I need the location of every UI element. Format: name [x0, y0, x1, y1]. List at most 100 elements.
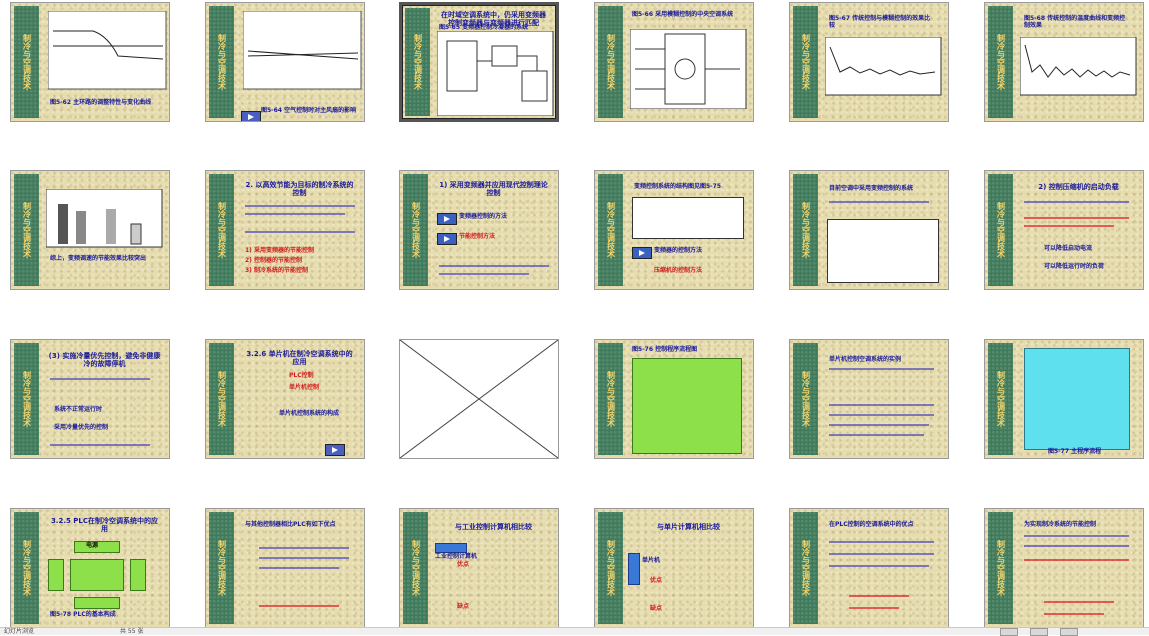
- sidebar-text: 制冷与空调技术: [22, 371, 32, 427]
- slide-title: 2. 以高效节能为目标的制冷系统的控制: [245, 181, 354, 197]
- slide-thumbnail-3[interactable]: 制冷与空调技术 在时域空调系统中，仍采用变频器控制变频器与变频器进行匹配 图5-…: [399, 2, 559, 122]
- slide-thumbnail-10[interactable]: 制冷与空调技术 变频控制系统的结构图见图5-75 变频器的控制方法 压缩机的控制…: [594, 170, 754, 290]
- slide-thumbnail-1[interactable]: 制冷与空调技术 图5-62 主环路的调整特性与变化曲线: [10, 2, 170, 122]
- arrow-icon: [437, 213, 457, 225]
- sidebar-text: 制冷与空调技术: [217, 34, 227, 90]
- slide-thumbnail-15[interactable]: [399, 339, 559, 459]
- slide-sidebar-decor: 制冷与空调技术: [14, 343, 39, 455]
- sidebar-text: 制冷与空调技术: [606, 540, 616, 596]
- list-item: 可以降低运行时的负荷: [1044, 263, 1105, 270]
- slide-thumbnail-19[interactable]: 制冷与空调技术 3.2.5 PLC在制冷空调系统中的应用 电源 图5-78 PL…: [10, 508, 170, 628]
- sidebar-text: 制冷与空调技术: [801, 540, 811, 596]
- list-item: 压缩机的控制方法: [654, 267, 703, 274]
- sidebar-text: 制冷与空调技术: [22, 540, 32, 596]
- slide-thumbnail-13[interactable]: 制冷与空调技术 (3) 实施冷量优先控制，避免非健康冷的故障停机 系统不正常运行…: [10, 339, 170, 459]
- slide-sidebar-decor: 制冷与空调技术: [14, 512, 39, 624]
- slide-sidebar-decor: 制冷与空调技术: [988, 174, 1013, 286]
- slide-caption: 图5-78 PLC的基本构成: [50, 611, 116, 618]
- slide-title: 3.2.6 单片机在制冷空调系统中的应用: [246, 350, 353, 366]
- slide-caption: 图5-66 采用模糊控制的中央空调系统: [632, 11, 734, 18]
- tag-button: [628, 553, 640, 585]
- sidebar-text: 制冷与空调技术: [217, 540, 227, 596]
- slide-thumbnail-7[interactable]: 制冷与空调技术 综上，变频调速的节能效果比较突出: [10, 170, 170, 290]
- chart-graphic: [1020, 37, 1137, 96]
- play-icon[interactable]: [325, 444, 345, 456]
- status-view-label: 幻灯片浏览: [4, 628, 35, 635]
- slide-caption: 图5-67 传统控制与模糊控制的效果比较: [829, 15, 931, 29]
- list-item: 节能控制方法: [459, 233, 496, 240]
- sidebar-text: 制冷与空调技术: [801, 34, 811, 90]
- chart-graphic: [825, 37, 942, 96]
- slide-caption: 图5-68 传统控制的温度曲线和变频控制效果: [1024, 15, 1126, 29]
- list-item: 缺点: [650, 605, 663, 612]
- slide-thumbnail-8[interactable]: 制冷与空调技术 2. 以高效节能为目标的制冷系统的控制 1) 采用变频器的节能控…: [205, 170, 365, 290]
- slide-title: 单片机控制空调系统的实例: [829, 356, 902, 363]
- chart-graphic: [48, 11, 167, 90]
- slide-sidebar-decor: 制冷与空调技术: [405, 8, 430, 116]
- slide-caption: 图5-64 空气控制时对主风扇的影响: [261, 107, 357, 114]
- slide-sidebar-decor: 制冷与空调技术: [403, 512, 428, 624]
- slide-sorter-grid: 制冷与空调技术 图5-62 主环路的调整特性与变化曲线 制冷与空调技术 图5-6…: [0, 0, 1149, 628]
- slide-thumbnail-18[interactable]: 制冷与空调技术 图5-77 主程序流程: [984, 339, 1144, 459]
- tag-button: [435, 543, 467, 553]
- slide-thumbnail-24[interactable]: 制冷与空调技术 为实现制冷系统的节能控制: [984, 508, 1144, 628]
- list-item: 变频器控制的方法: [459, 213, 508, 220]
- slide-thumbnail-20[interactable]: 制冷与空调技术 与其他控制器相比PLC有如下优点: [205, 508, 365, 628]
- slide-caption: 图5-65 变频器控制冷凝器的系统: [439, 24, 529, 31]
- slide-thumbnail-5[interactable]: 制冷与空调技术 图5-67 传统控制与模糊控制的效果比较: [789, 2, 949, 122]
- list-item: 工业控制计算机: [435, 553, 478, 560]
- diagram-graphic: [630, 29, 747, 109]
- arrow-icon: [632, 247, 652, 259]
- slide-title: 为实现制冷系统的节能控制: [1024, 521, 1097, 528]
- sidebar-text: 制冷与空调技术: [217, 371, 227, 427]
- list-item: 优点: [650, 577, 663, 584]
- arrow-icon: [437, 233, 457, 245]
- list-item: PLC控制: [289, 372, 314, 379]
- slide-thumbnail-2[interactable]: 制冷与空调技术 图5-64 空气控制时对主风扇的影响: [205, 2, 365, 122]
- status-bar: 幻灯片浏览 共 55 张: [0, 627, 1149, 636]
- sidebar-text: 制冷与空调技术: [22, 202, 32, 258]
- sidebar-text: 制冷与空调技术: [411, 202, 421, 258]
- list-item: 变频器的控制方法: [654, 247, 703, 254]
- slide-sidebar-decor: 制冷与空调技术: [988, 512, 1013, 624]
- slide-thumbnail-11[interactable]: 制冷与空调技术 目前空调中采用变频控制的系统: [789, 170, 949, 290]
- slide-thumbnail-21[interactable]: 制冷与空调技术 与工业控制计算机相比较 工业控制计算机 优点 缺点: [399, 508, 559, 628]
- list-item: 缺点: [457, 603, 470, 610]
- slide-sidebar-decor: 制冷与空调技术: [598, 174, 623, 286]
- slide-thumbnail-9[interactable]: 制冷与空调技术 1) 采用变频器并应用现代控制理论控制 变频器控制的方法 节能控…: [399, 170, 559, 290]
- play-icon[interactable]: [241, 111, 261, 121]
- diagram-graphic: [632, 197, 744, 239]
- list-item: 3) 制冷系统的节能控制: [245, 267, 309, 274]
- slide-thumbnail-14[interactable]: 制冷与空调技术 3.2.6 单片机在制冷空调系统中的应用 PLC控制 单片机控制…: [205, 339, 365, 459]
- slide-sidebar-decor: 制冷与空调技术: [598, 6, 623, 118]
- sidebar-text: 制冷与空调技术: [606, 371, 616, 427]
- chart-graphic: [243, 11, 362, 90]
- list-item: 2) 控制器的节能控制: [245, 257, 303, 264]
- slide-thumbnail-17[interactable]: 制冷与空调技术 单片机控制空调系统的实例: [789, 339, 949, 459]
- slide-title: 3.2.5 PLC在制冷空调系统中的应用: [50, 517, 159, 533]
- sidebar-text: 制冷与空调技术: [606, 202, 616, 258]
- sidebar-text: 制冷与空调技术: [996, 371, 1006, 427]
- slide-sidebar-decor: 制冷与空调技术: [793, 174, 818, 286]
- slide-thumbnail-6[interactable]: 制冷与空调技术 图5-68 传统控制的温度曲线和变频控制效果: [984, 2, 1144, 122]
- slide-title: 与工业控制计算机相比较: [455, 523, 532, 531]
- slide-thumbnail-4[interactable]: 制冷与空调技术 图5-66 采用模糊控制的中央空调系统: [594, 2, 754, 122]
- slide-body: 综上，变频调速的节能效果比较突出: [50, 255, 147, 262]
- slide-title: (3) 实施冷量优先控制，避免非健康冷的故障停机: [48, 352, 161, 368]
- status-page-info: 共 55 张: [120, 628, 144, 635]
- slide-sidebar-decor: 制冷与空调技术: [209, 6, 234, 118]
- slide-sidebar-decor: 制冷与空调技术: [209, 174, 234, 286]
- slide-title: 1) 采用变频器并应用现代控制理论控制: [439, 181, 548, 197]
- diagram-block: [130, 559, 146, 591]
- sidebar-text: 制冷与空调技术: [217, 202, 227, 258]
- chart-graphic: [46, 189, 163, 248]
- slide-thumbnail-23[interactable]: 制冷与空调技术 在PLC控制的空调系统中的优点: [789, 508, 949, 628]
- slide-thumbnail-22[interactable]: 制冷与空调技术 与单片计算机相比较 单片机 优点 缺点: [594, 508, 754, 628]
- sidebar-text: 制冷与空调技术: [996, 202, 1006, 258]
- list-item: 单片机: [642, 557, 661, 564]
- slide-thumbnail-16[interactable]: 制冷与空调技术 图5-76 控制程序流程图: [594, 339, 754, 459]
- slide-thumbnail-12[interactable]: 制冷与空调技术 2) 控制压缩机的启动负载 可以降低启动电流 可以降低运行时的负…: [984, 170, 1144, 290]
- list-item: 1) 采用变频器的节能控制: [245, 247, 315, 254]
- slide-title: 在PLC控制的空调系统中的优点: [829, 521, 914, 528]
- sidebar-text: 制冷与空调技术: [996, 34, 1006, 90]
